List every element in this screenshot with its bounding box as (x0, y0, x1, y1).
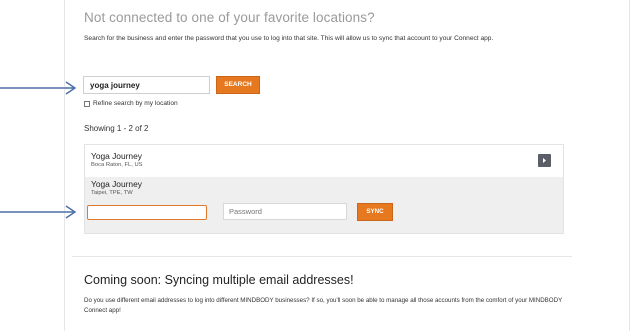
username-input[interactable] (87, 205, 207, 220)
expand-result-button[interactable] (538, 154, 551, 167)
refine-location-checkbox[interactable] (84, 100, 90, 107)
page-title: Not connected to one of your favorite lo… (84, 10, 375, 25)
business-location: Taipei, TPE, TW (91, 190, 133, 196)
annotation-arrow-icon (0, 205, 77, 219)
search-input[interactable] (83, 76, 210, 94)
results-count: Showing 1 - 2 of 2 (84, 124, 149, 133)
chevron-right-icon (543, 158, 546, 163)
password-input[interactable] (223, 203, 347, 220)
results-list: Yoga Journey Boca Raton, FL, US Yoga Jou… (84, 144, 564, 234)
annotation-arrow-icon (0, 81, 77, 95)
refine-location-label: Refine search by my location (93, 100, 178, 107)
sync-button[interactable]: SYNC (357, 203, 393, 221)
business-name: Yoga Journey (91, 151, 142, 161)
section-divider (72, 256, 572, 257)
search-button[interactable]: SEARCH (216, 76, 260, 94)
result-item[interactable]: Yoga Journey Boca Raton, FL, US (85, 145, 563, 177)
business-name: Yoga Journey (91, 179, 142, 189)
business-location: Boca Raton, FL, US (91, 162, 143, 168)
instructions-text: Search for the business and enter the pa… (84, 35, 494, 42)
result-item[interactable]: Yoga Journey Taipei, TPE, TW SYNC (85, 177, 563, 233)
coming-soon-description: Do you use different email addresses to … (84, 297, 563, 314)
coming-soon-title: Coming soon: Syncing multiple email addr… (84, 273, 354, 287)
refine-search-option[interactable]: Refine search by my location (84, 100, 178, 107)
